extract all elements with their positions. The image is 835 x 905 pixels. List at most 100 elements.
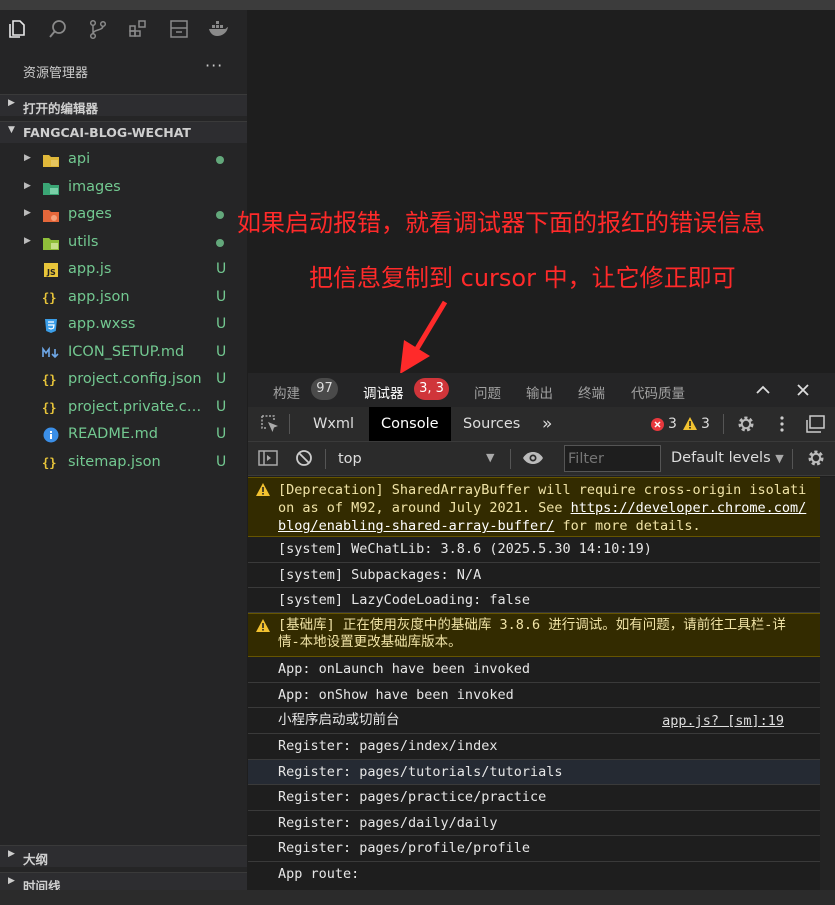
untracked-status: U: [216, 316, 227, 332]
more-actions-icon[interactable]: ···: [205, 56, 223, 75]
tree-file-project-private[interactable]: {} project.private.co... U: [0, 395, 247, 421]
tree-file-app-json[interactable]: {} app.json U: [0, 285, 247, 311]
tab-debugger[interactable]: 调试器: [363, 382, 404, 410]
untracked-status: U: [216, 261, 227, 277]
more-tabs-icon[interactable]: »: [530, 407, 564, 441]
console-message: [system] WeChatLib: 3.8.6 (2025.5.30 14:…: [248, 537, 820, 563]
untracked-status: U: [216, 289, 227, 305]
settings-gear-icon[interactable]: [735, 413, 757, 435]
tree-file-app-wxss[interactable]: app.wxss U: [0, 312, 247, 338]
close-icon[interactable]: [792, 379, 814, 401]
search-icon[interactable]: [47, 18, 69, 40]
console-message: Register: pages/index/index: [248, 734, 820, 760]
console-scrollbar[interactable]: [820, 477, 835, 890]
build-count-badge: 97: [311, 378, 338, 400]
js-icon: JS: [42, 261, 60, 279]
chevron-up-icon[interactable]: [752, 379, 774, 401]
tree-item-label: app.js: [68, 261, 112, 277]
explorer-files-icon[interactable]: [6, 18, 28, 40]
annotation-line-1: 如果启动报错，就看调试器下面的报红的错误信息: [237, 209, 765, 237]
tree-folder-api[interactable]: ▶ api: [0, 147, 247, 173]
tree-item-label: app.json: [68, 289, 130, 305]
tab-terminal[interactable]: 终端: [578, 382, 605, 402]
untracked-status: U: [216, 454, 227, 470]
section-open-editors[interactable]: ▶ 打开的编辑器: [0, 94, 247, 116]
dock-side-icon[interactable]: [804, 413, 826, 435]
docker-icon[interactable]: [207, 18, 229, 40]
tree-file-app-js[interactable]: JS app.js U: [0, 257, 247, 283]
extensions-icon[interactable]: [127, 18, 149, 40]
sidebar-toggle-icon[interactable]: [257, 447, 279, 469]
console-message: Register: pages/tutorials/tutorials: [248, 760, 820, 785]
filter-input[interactable]: [564, 445, 661, 472]
markdown-icon: [42, 344, 60, 362]
tab-code-quality[interactable]: 代码质量: [631, 382, 685, 402]
log-levels-dropdown[interactable]: Default levels ▼: [671, 450, 784, 466]
json-icon: {}: [42, 371, 60, 389]
kebab-menu-icon[interactable]: [771, 413, 793, 435]
title-bar: [0, 0, 835, 10]
untracked-status: U: [216, 344, 227, 360]
console-message-warning: [基础库] 正在使用灰度中的基础库 3.8.6 进行调试。如有问题，请前往工具栏…: [248, 613, 820, 657]
tree-folder-utils[interactable]: ▶ utils: [0, 230, 247, 256]
chevron-right-icon: ▶: [24, 208, 31, 218]
tab-wxml[interactable]: Wxml: [301, 407, 366, 441]
console-settings-gear-icon[interactable]: [805, 447, 827, 469]
message-text: [system] Subpackages: N/A: [278, 567, 482, 583]
tree-folder-images[interactable]: ▶ images: [0, 175, 247, 201]
source-link[interactable]: app.js? [sm]:19: [662, 713, 784, 729]
section-outline[interactable]: ▶ 大纲: [0, 845, 247, 867]
console-message-warning: [Deprecation] SharedArrayBuffer will req…: [248, 477, 820, 537]
section-project[interactable]: ▼ FANGCAI-BLOG-WECHAT: [0, 121, 247, 143]
chevron-right-icon: ▶: [24, 153, 31, 163]
svg-text:{}: {}: [42, 456, 56, 470]
console-message: [system] Subpackages: N/A: [248, 563, 820, 588]
context-selector[interactable]: top: [338, 451, 362, 467]
annotation-line-2: 把信息复制到 cursor 中，让它修正即可: [309, 264, 736, 292]
message-text: Register: pages/practice/practice: [278, 789, 547, 805]
debugger-count-badge: 3, 3: [414, 378, 449, 400]
tab-sources[interactable]: Sources: [451, 407, 532, 441]
console-filter-bar: top ▼ Default levels ▼: [248, 441, 835, 476]
toolbar-divider: [325, 449, 326, 469]
tab-console[interactable]: Console: [369, 407, 451, 441]
warning-count: 3: [701, 416, 710, 432]
tree-item-label: sitemap.json: [68, 454, 161, 470]
tree-file-project-config[interactable]: {} project.config.json U: [0, 367, 247, 393]
tab-problems[interactable]: 问题: [474, 382, 501, 402]
tab-output[interactable]: 输出: [526, 382, 553, 402]
css-icon: [42, 316, 60, 334]
svg-text:{}: {}: [42, 401, 56, 415]
source-control-icon[interactable]: [87, 18, 109, 40]
untracked-status: U: [216, 399, 227, 415]
message-text: [基础库] 正在使用灰度中的基础库 3.8.6 进行调试。如有问题，请前往工具栏…: [278, 617, 786, 650]
toolbar-divider: [723, 414, 724, 434]
console-output[interactable]: [Deprecation] SharedArrayBuffer will req…: [248, 477, 820, 890]
section-open-editors-label: 打开的编辑器: [23, 101, 99, 116]
svg-text:JS: JS: [46, 268, 56, 277]
modified-dot: [216, 211, 224, 219]
section-outline-label: 大纲: [23, 852, 49, 867]
tree-item-label: README.md: [68, 426, 158, 442]
error-count: 3: [668, 416, 677, 432]
tree-item-label: utils: [68, 234, 99, 250]
chevron-right-icon: ▶: [8, 98, 15, 108]
tree-file-readme[interactable]: README.md U: [0, 422, 247, 448]
toolbar-divider: [792, 449, 793, 469]
tree-folder-pages[interactable]: ▶ pages: [0, 202, 247, 228]
status-bar: [0, 890, 835, 905]
live-expression-eye-icon[interactable]: [522, 447, 544, 469]
log-levels-label: Default levels: [671, 450, 771, 466]
annotation-arrow-icon: [400, 300, 448, 374]
dropdown-arrow-icon[interactable]: ▼: [486, 451, 494, 464]
tree-file-sitemap[interactable]: {} sitemap.json U: [0, 450, 247, 476]
console-message: Register: pages/practice/practice: [248, 785, 820, 811]
modified-dot: [216, 239, 224, 247]
clear-console-icon[interactable]: [293, 447, 315, 469]
tree-file-icon-setup[interactable]: ICON_SETUP.md U: [0, 340, 247, 366]
chevron-down-icon: ▼: [8, 125, 15, 135]
inspect-element-icon[interactable]: [259, 413, 281, 435]
remote-explorer-icon[interactable]: [168, 18, 190, 40]
tab-build[interactable]: 构建: [273, 382, 300, 402]
console-message: App: onShow have been invoked: [248, 683, 820, 708]
